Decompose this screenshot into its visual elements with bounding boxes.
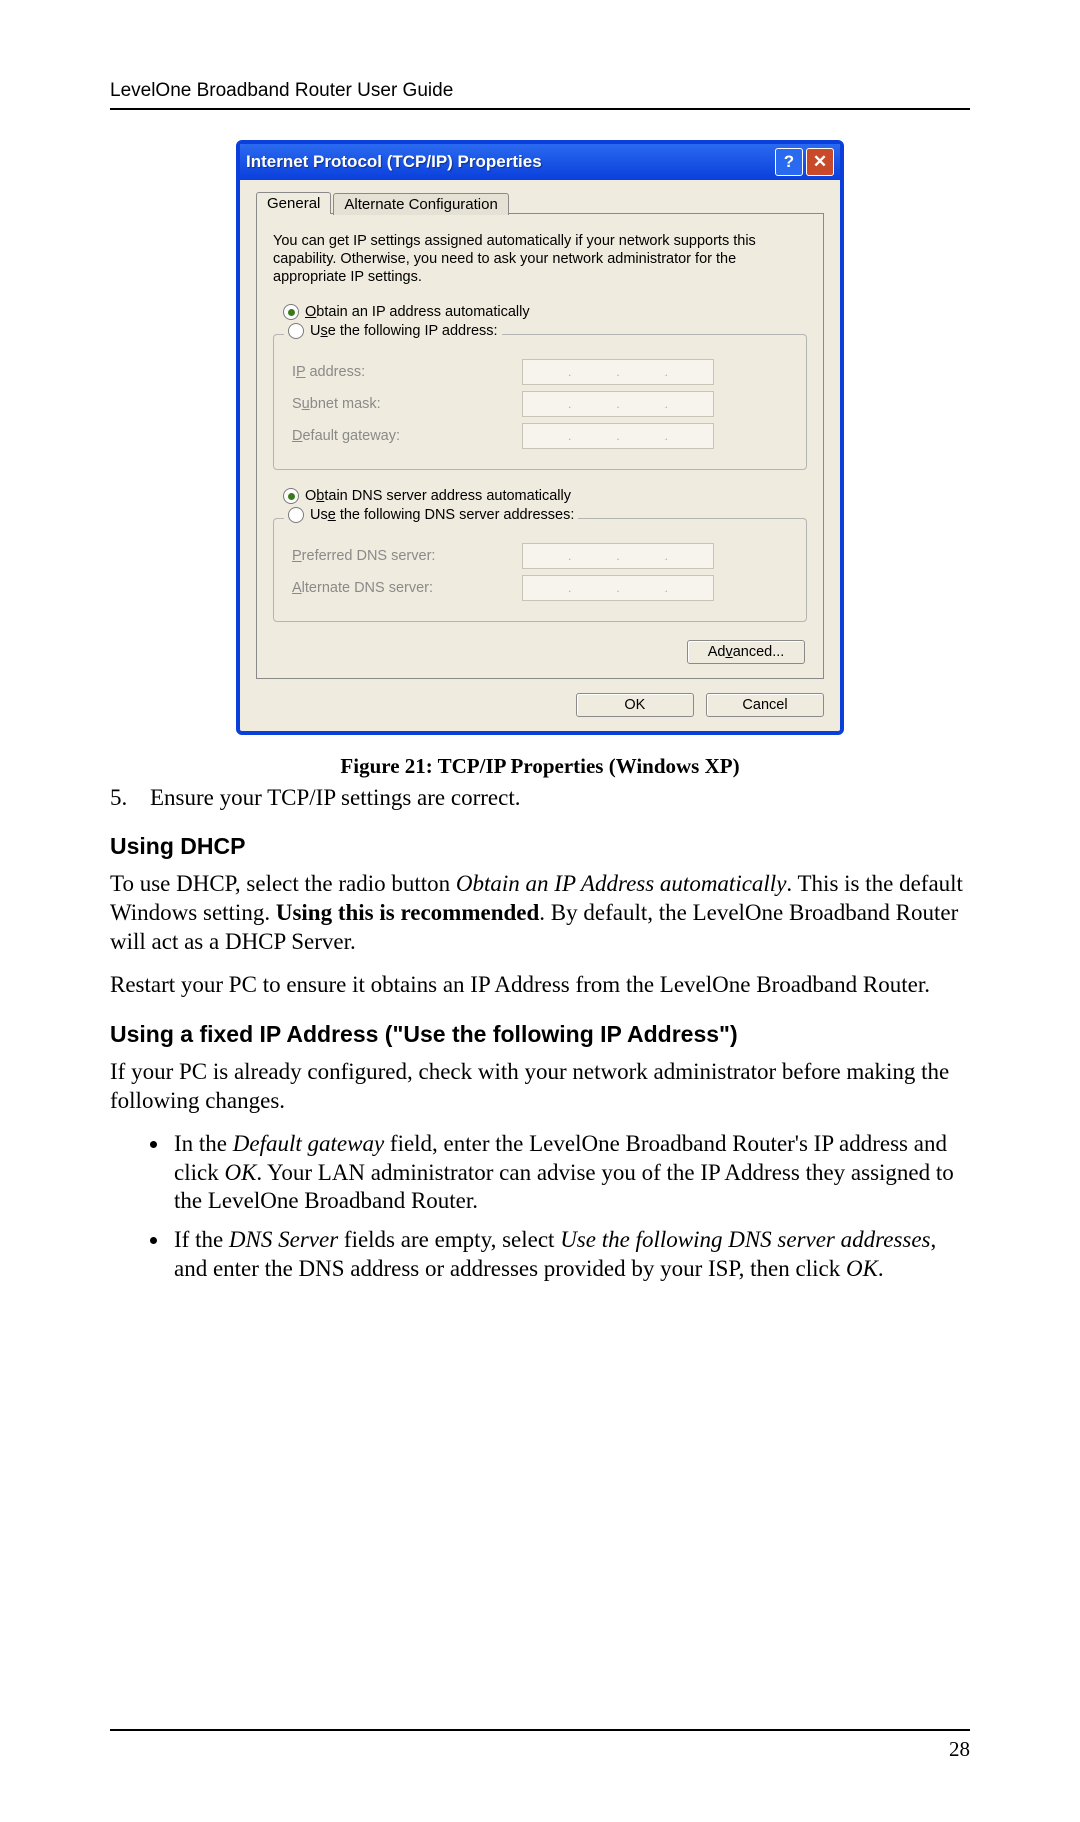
- close-button[interactable]: ✕: [806, 148, 834, 176]
- radio-use-following-ip-label: Use the following IP address:: [310, 323, 498, 339]
- heading-fixed-ip: Using a fixed IP Address ("Use the follo…: [110, 1021, 970, 1048]
- bullet-default-gateway: In the Default gateway field, enter the …: [170, 1130, 970, 1216]
- step-5: 5. Ensure your TCP/IP settings are corre…: [110, 785, 970, 811]
- page-number: 28: [949, 1737, 970, 1761]
- ok-button[interactable]: OK: [576, 693, 694, 717]
- label-ip-address: IP address:: [292, 364, 522, 380]
- label-default-gateway: Default gateway:: [292, 428, 522, 444]
- radio-obtain-dns-auto-label: Obtain DNS server address automatically: [305, 488, 571, 504]
- input-subnet-mask[interactable]: ...: [522, 391, 714, 417]
- dialog-description: You can get IP settings assigned automat…: [273, 232, 807, 286]
- radio-obtain-ip-auto[interactable]: [283, 304, 299, 320]
- radio-use-following-dns[interactable]: [288, 507, 304, 523]
- input-alternate-dns[interactable]: ...: [522, 575, 714, 601]
- input-ip-address[interactable]: ...: [522, 359, 714, 385]
- step-text: Ensure your TCP/IP settings are correct.: [150, 785, 520, 811]
- label-subnet-mask: Subnet mask:: [292, 396, 522, 412]
- radio-use-following-dns-label: Use the following DNS server addresses:: [310, 507, 574, 523]
- tab-panel: You can get IP settings assigned automat…: [256, 213, 824, 679]
- group-use-following-dns: Use the following DNS server addresses: …: [273, 518, 807, 622]
- input-preferred-dns[interactable]: ...: [522, 543, 714, 569]
- tcpip-dialog: Internet Protocol (TCP/IP) Properties ? …: [236, 140, 844, 735]
- paragraph-dhcp-2: Restart your PC to ensure it obtains an …: [110, 971, 970, 1000]
- radio-obtain-ip-auto-label: Obtain an IP address automatically: [305, 304, 530, 320]
- heading-using-dhcp: Using DHCP: [110, 833, 970, 860]
- radio-use-following-ip[interactable]: [288, 323, 304, 339]
- dialog-title: Internet Protocol (TCP/IP) Properties: [246, 152, 772, 172]
- bullet-dns-server: If the DNS Server fields are empty, sele…: [170, 1226, 970, 1284]
- input-default-gateway[interactable]: ...: [522, 423, 714, 449]
- radio-obtain-dns-auto[interactable]: [283, 488, 299, 504]
- help-button[interactable]: ?: [775, 148, 803, 176]
- page-footer: 28: [110, 1729, 970, 1762]
- tab-general[interactable]: General: [256, 192, 331, 214]
- titlebar: Internet Protocol (TCP/IP) Properties ? …: [240, 144, 840, 180]
- paragraph-fixed-1: If your PC is already configured, check …: [110, 1058, 970, 1116]
- group-use-following-ip: Use the following IP address: IP address…: [273, 334, 807, 470]
- label-alternate-dns: Alternate DNS server:: [292, 580, 522, 596]
- step-number: 5.: [110, 785, 150, 811]
- paragraph-dhcp-1: To use DHCP, select the radio button Obt…: [110, 870, 970, 956]
- figure-caption: Figure 21: TCP/IP Properties (Windows XP…: [110, 754, 970, 779]
- advanced-button[interactable]: Advanced...: [687, 640, 805, 664]
- page-header: LevelOne Broadband Router User Guide: [110, 80, 970, 110]
- label-preferred-dns: Preferred DNS server:: [292, 548, 522, 564]
- cancel-button[interactable]: Cancel: [706, 693, 824, 717]
- tab-alternate[interactable]: Alternate Configuration: [333, 193, 508, 215]
